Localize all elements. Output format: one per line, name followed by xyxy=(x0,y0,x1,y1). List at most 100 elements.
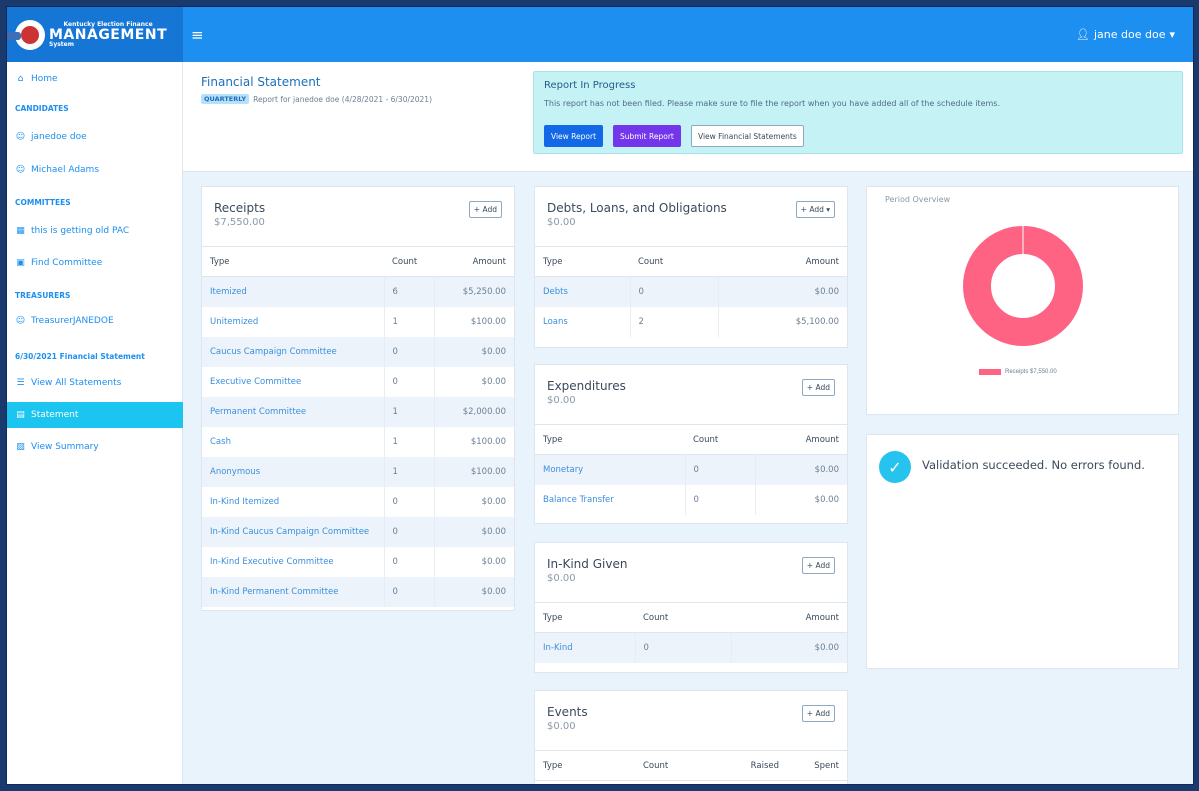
sidebar-item-home[interactable]: ⌂ Home xyxy=(7,70,183,88)
column-header: Count xyxy=(635,750,717,781)
home-icon: ⌂ xyxy=(17,74,24,84)
table-row: Balance Transfer 0 $0.00 xyxy=(535,484,847,515)
sidebar-item-label: this is getting old PAC xyxy=(31,226,130,236)
receipts-title: Receipts xyxy=(214,201,266,215)
chevron-down-icon: ▾ xyxy=(1169,28,1175,41)
table-header-row: Type Count Amount xyxy=(535,602,847,633)
type-link[interactable]: In-Kind xyxy=(535,632,635,663)
sidebar-item-find-committee[interactable]: ▣ Find Committee xyxy=(7,254,183,272)
sidebar-item-view-summary[interactable]: ▨ View Summary xyxy=(7,438,183,456)
sidebar-item-label: Statement xyxy=(31,410,79,420)
type-link[interactable]: In-Kind Itemized xyxy=(202,487,384,517)
type-link[interactable]: Monetary xyxy=(535,454,685,485)
table-row: Cash 1 $100.00 xyxy=(202,426,514,457)
count-cell: 0 xyxy=(383,336,434,367)
expenditures-title: Expenditures xyxy=(547,379,626,393)
count-cell: 1 xyxy=(383,306,434,337)
chart-icon: ▨ xyxy=(16,442,25,452)
type-link[interactable]: In-Kind Executive Committee xyxy=(202,547,384,577)
sidebar-item-candidate[interactable]: ☺ janedoe doe xyxy=(7,128,183,146)
view-report-button[interactable]: View Report xyxy=(544,125,604,147)
check-icon: ✓ xyxy=(879,451,911,483)
sidebar-item-treasurer[interactable]: ☺ TreasurerJANEDOE xyxy=(7,312,183,330)
sidebar-item-statement[interactable]: ▤ Statement xyxy=(7,402,183,428)
type-link[interactable]: Anonymous xyxy=(202,456,384,487)
type-link[interactable]: Itemized xyxy=(202,276,384,307)
chart-legend[interactable]: Receipts $7,550.00 xyxy=(979,369,1057,375)
amount-cell: $0.00 xyxy=(433,336,514,367)
debts-card: Debts, Loans, and Obligations $0.00 + Ad… xyxy=(534,186,848,348)
submit-report-button[interactable]: Submit Report xyxy=(613,125,681,147)
add-expenditure-button[interactable]: + Add xyxy=(801,379,835,396)
table-header-row: Type Count Amount xyxy=(535,246,847,277)
seal-logo-icon xyxy=(7,19,45,50)
add-inkind-button[interactable]: + Add xyxy=(801,557,835,574)
legend-swatch xyxy=(979,369,1001,375)
type-link[interactable]: Unitemized xyxy=(202,307,384,337)
table-row: Permanent Committee 1 $2,000.00 xyxy=(202,396,514,427)
count-cell: 6 xyxy=(383,276,434,307)
brand-line3: System xyxy=(49,40,74,48)
sidebar-item-view-all-statements[interactable]: ☰ View All Statements xyxy=(7,374,183,392)
sidebar-item-committee[interactable]: ▦ this is getting old PAC xyxy=(7,222,183,240)
add-event-button[interactable]: + Add xyxy=(801,705,835,722)
user-menu[interactable]: 👤︎ jane doe doe ▾ xyxy=(1076,28,1175,41)
count-cell: 0 xyxy=(684,484,755,515)
type-link[interactable]: Balance Transfer xyxy=(535,485,685,515)
sidebar-item-candidate[interactable]: ☺ Michael Adams xyxy=(7,161,183,179)
type-link[interactable]: In-Kind Permanent Committee xyxy=(202,576,384,607)
column-header: Amount xyxy=(718,246,847,277)
brand-line2: MANAGEMENT xyxy=(49,26,168,43)
report-in-progress-alert: Report In Progress This report has not b… xyxy=(533,71,1183,154)
list-icon: ☰ xyxy=(16,378,25,388)
table-row: In-Kind Permanent Committee 0 $0.00 xyxy=(202,576,514,607)
treasurer-icon: ☺ xyxy=(15,316,26,326)
column-header: Type xyxy=(535,602,635,633)
debts-body: Debts 0 $0.00 Loans 2 $5,100.00 xyxy=(535,276,847,337)
top-navbar: Kentucky Election Finance MANAGEMENT Sys… xyxy=(7,7,1193,62)
column-header: Count xyxy=(630,246,719,277)
donut-group xyxy=(963,226,1083,346)
count-cell: 1 xyxy=(383,396,434,427)
column-header: Raised xyxy=(717,750,787,781)
receipts-total: $7,550.00 xyxy=(214,217,265,228)
column-header: Type xyxy=(535,246,630,277)
candidate-icon: ☺ xyxy=(15,165,26,175)
receipts-card: Receipts $7,550.00 + Add Type Count Amou… xyxy=(201,186,515,611)
type-link[interactable]: Executive Committee xyxy=(202,367,384,397)
sidebar-heading-candidates: CANDIDATES xyxy=(15,104,69,113)
amount-cell: $5,100.00 xyxy=(718,306,847,337)
sidebar-item-label: TreasurerJANEDOE xyxy=(31,316,114,326)
sidebar-heading-committees: COMMITTEES xyxy=(15,198,71,207)
column-header: Type xyxy=(535,750,635,781)
table-row: In-Kind Itemized 0 $0.00 xyxy=(202,486,514,517)
add-debt-dropdown-button[interactable]: + Add ▾ xyxy=(795,201,835,218)
amount-cell: $0.00 xyxy=(730,632,847,663)
table-row: In-Kind Caucus Campaign Committee 0 $0.00 xyxy=(202,516,514,547)
events-title: Events xyxy=(547,705,588,719)
type-link[interactable]: In-Kind Caucus Campaign Committee xyxy=(202,516,384,547)
count-cell: 0 xyxy=(684,454,755,485)
type-link[interactable]: Cash xyxy=(202,427,384,457)
table-row: Caucus Campaign Committee 0 $0.00 xyxy=(202,336,514,367)
type-link[interactable]: Caucus Campaign Committee xyxy=(202,336,384,367)
add-receipt-button[interactable]: + Add xyxy=(468,201,502,218)
view-financial-statements-button[interactable]: View Financial Statements xyxy=(691,125,804,147)
brand-logo[interactable]: Kentucky Election Finance MANAGEMENT Sys… xyxy=(7,7,183,62)
sidebar-item-label: Find Committee xyxy=(31,258,103,268)
page-subtitle: QUARTERLY Report for janedoe doe (4/28/2… xyxy=(201,94,432,104)
amount-cell: $0.00 xyxy=(754,484,847,515)
sidebar-heading-statement: 6/30/2021 Financial Statement xyxy=(15,352,145,361)
hamburger-icon[interactable]: ≡ xyxy=(191,26,204,44)
period-overview-card: Period Overview Receipts $7,550.00 xyxy=(866,186,1179,415)
count-cell: 0 xyxy=(383,546,434,577)
debts-total: $0.00 xyxy=(547,217,576,228)
expenditures-card: Expenditures $0.00 + Add Type Count Amou… xyxy=(534,364,848,524)
type-link[interactable]: Debts xyxy=(535,276,630,307)
type-link[interactable]: Loans xyxy=(535,307,630,337)
inkind-given-card: In-Kind Given $0.00 + Add Type Count Amo… xyxy=(534,542,848,673)
type-link[interactable]: Permanent Committee xyxy=(202,396,384,427)
amount-cell: $0.00 xyxy=(433,486,514,517)
table-row: Monetary 0 $0.00 xyxy=(535,454,847,485)
column-header: Type xyxy=(202,246,384,277)
